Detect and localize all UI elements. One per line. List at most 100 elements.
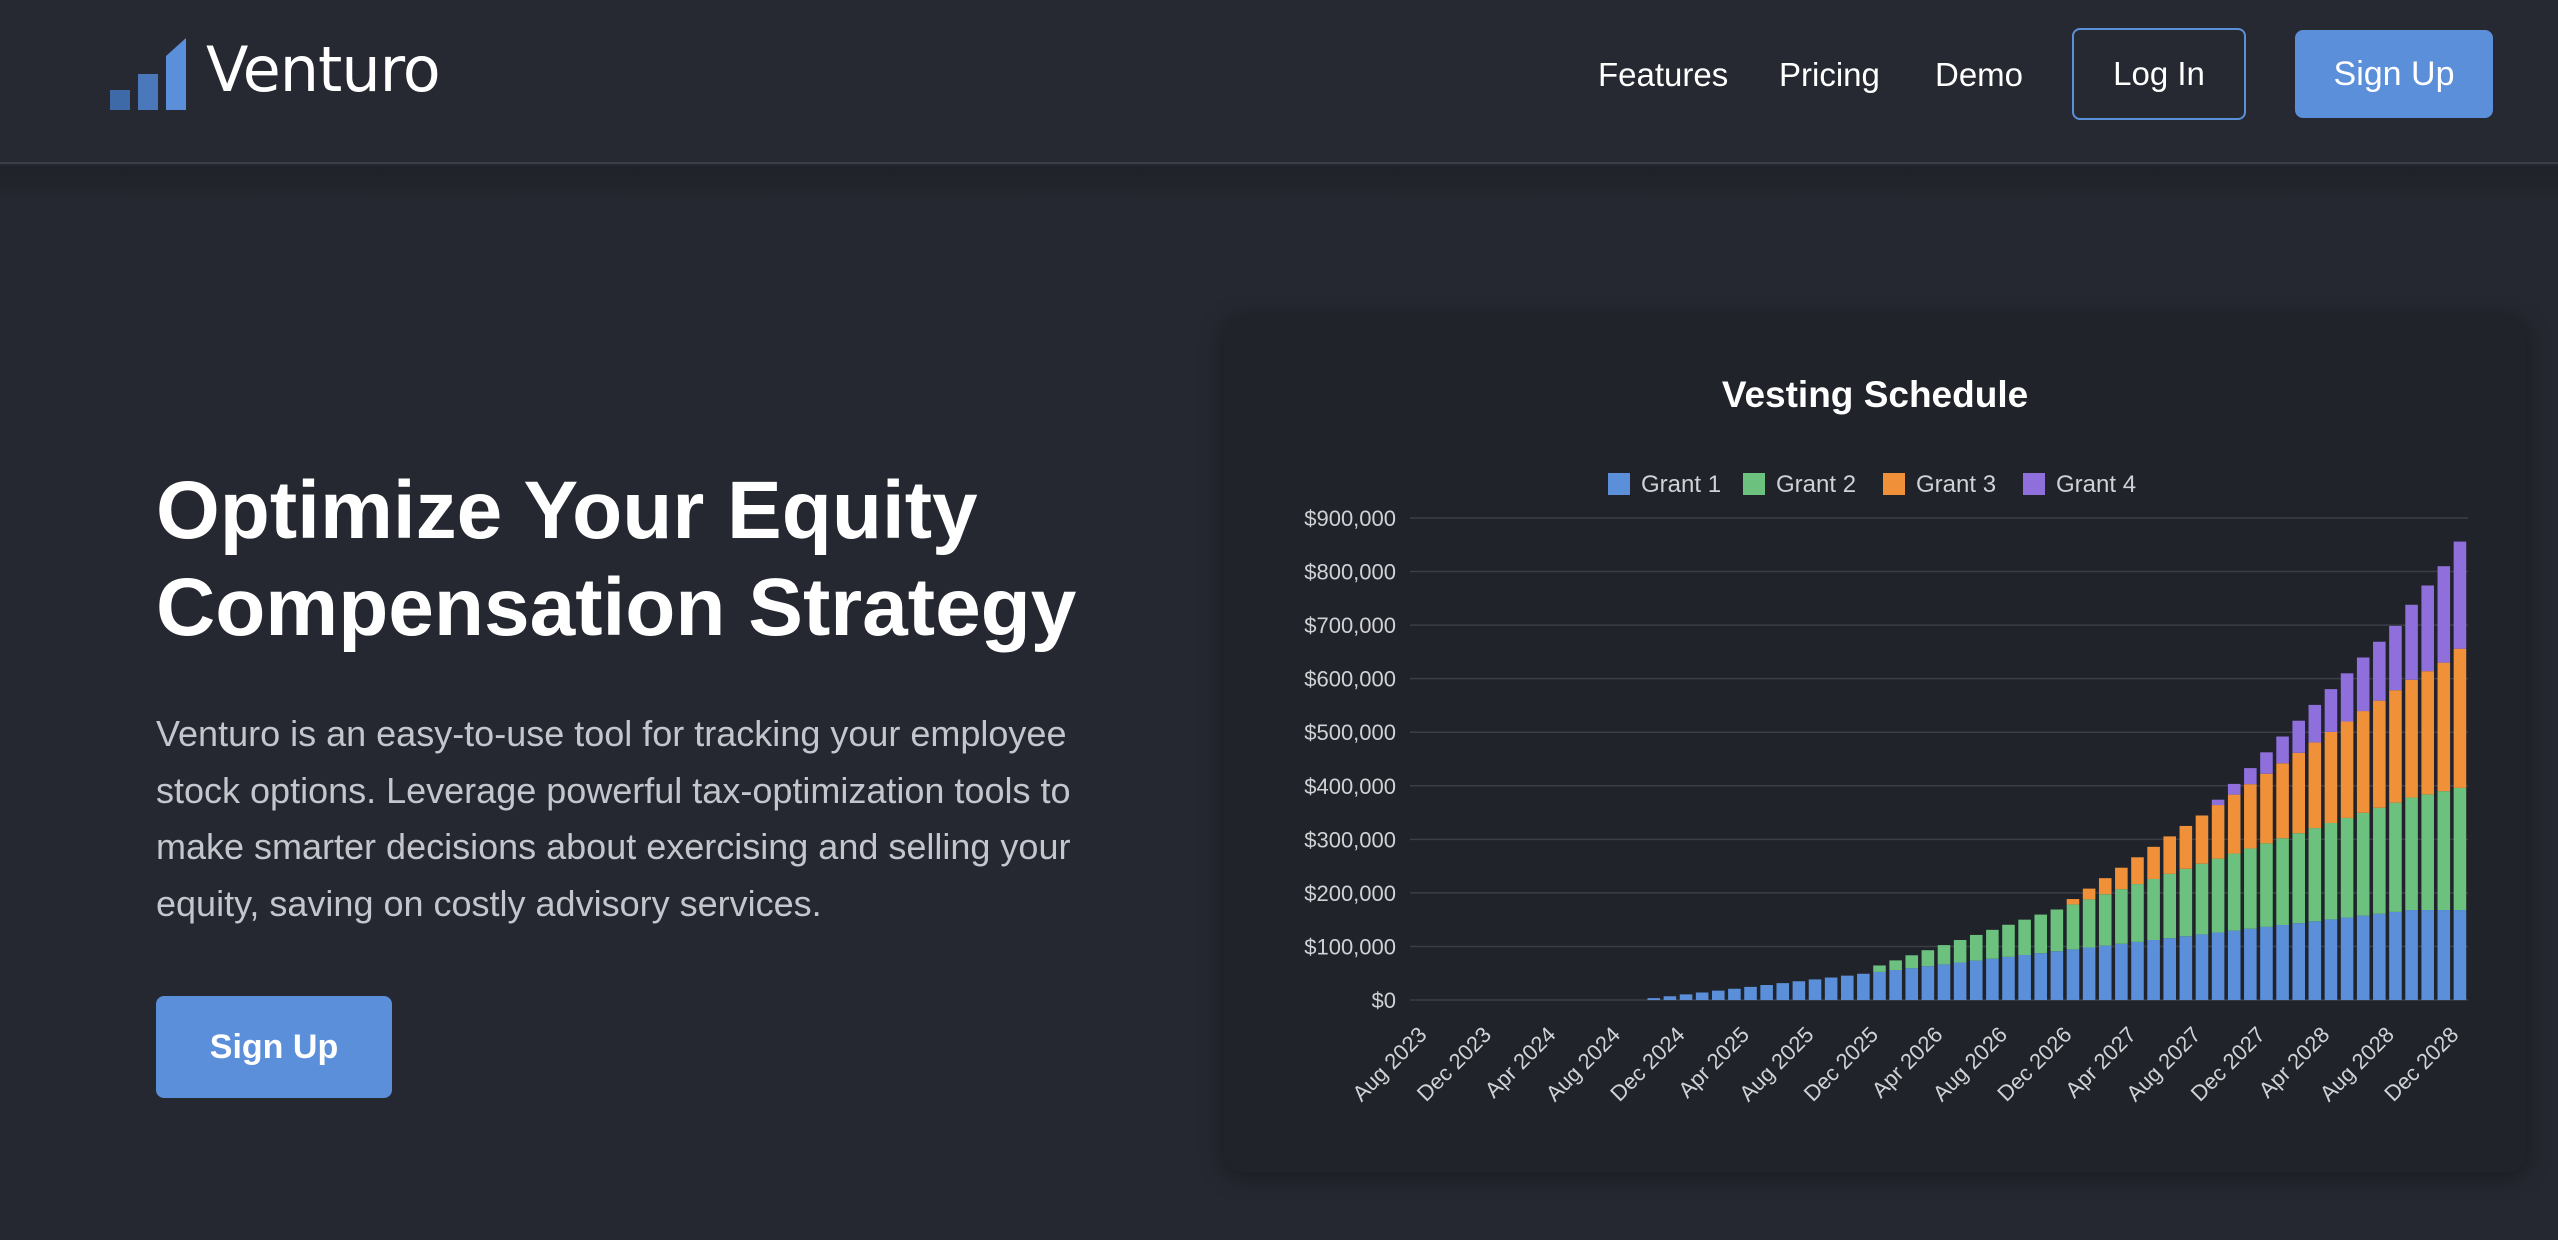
bar-segment-grant-2[interactable]	[2405, 797, 2418, 911]
bar-segment-grant-1[interactable]	[1711, 990, 1725, 1000]
bar-segment-grant-4[interactable]	[2405, 604, 2418, 680]
bar-segment-grant-2[interactable]	[2082, 899, 2096, 948]
bar-segment-grant-1[interactable]	[2147, 940, 2160, 1000]
bar-segment-grant-2[interactable]	[2115, 889, 2128, 944]
bar-segment-grant-2[interactable]	[2373, 807, 2386, 914]
bar-segment-grant-3[interactable]	[2324, 731, 2338, 823]
bar-segment-grant-2[interactable]	[1937, 945, 1951, 965]
bar-segment-grant-3[interactable]	[2308, 742, 2322, 829]
bar-segment-grant-1[interactable]	[2276, 925, 2289, 1000]
nav-link-features[interactable]: Features	[1598, 50, 1728, 100]
bar-segment-grant-3[interactable]	[2115, 867, 2128, 890]
bar-segment-grant-4[interactable]	[2389, 625, 2402, 691]
bar-segment-grant-1[interactable]	[2244, 928, 2257, 1000]
bar-segment-grant-2[interactable]	[2147, 878, 2160, 941]
bar-segment-grant-2[interactable]	[2260, 843, 2273, 927]
bar-segment-grant-3[interactable]	[2195, 815, 2209, 864]
bar-segment-grant-1[interactable]	[1647, 998, 1661, 1000]
bar-segment-grant-1[interactable]	[1937, 964, 1951, 1000]
bar-segment-grant-2[interactable]	[1921, 950, 1935, 967]
bar-segment-grant-4[interactable]	[2356, 657, 2370, 712]
bar-segment-grant-3[interactable]	[2147, 846, 2160, 879]
bar-segment-grant-4[interactable]	[2260, 752, 2273, 774]
bar-segment-grant-1[interactable]	[2437, 910, 2451, 1000]
bar-segment-grant-3[interactable]	[2098, 878, 2112, 895]
bar-segment-grant-1[interactable]	[2179, 936, 2193, 1000]
bar-segment-grant-2[interactable]	[1969, 934, 1983, 961]
bar-segment-grant-2[interactable]	[2018, 919, 2031, 956]
bar-segment-grant-1[interactable]	[2292, 923, 2305, 1000]
bar-segment-grant-3[interactable]	[2227, 794, 2241, 854]
bar-segment-grant-4[interactable]	[2276, 736, 2289, 764]
bar-segment-grant-3[interactable]	[2260, 773, 2273, 844]
bar-segment-grant-1[interactable]	[1969, 960, 1983, 1000]
bar-segment-grant-1[interactable]	[1695, 992, 1709, 1000]
bar-segment-grant-3[interactable]	[2082, 888, 2096, 900]
bar-segment-grant-1[interactable]	[2308, 921, 2322, 1000]
bar-segment-grant-3[interactable]	[2437, 662, 2451, 792]
bar-segment-grant-2[interactable]	[2356, 812, 2370, 916]
bar-segment-grant-3[interactable]	[2163, 836, 2177, 874]
legend-label-3[interactable]: Grant 3	[1916, 471, 1996, 498]
bar-segment-grant-2[interactable]	[1889, 960, 1902, 971]
login-button[interactable]: Log In	[2072, 28, 2246, 120]
bar-segment-grant-3[interactable]	[2244, 784, 2257, 849]
legend-swatch-2[interactable]	[1743, 473, 1765, 495]
bar-segment-grant-3[interactable]	[2066, 899, 2080, 905]
bar-segment-grant-1[interactable]	[1808, 979, 1822, 1000]
bar-segment-grant-1[interactable]	[1953, 962, 1967, 1000]
bar-segment-grant-3[interactable]	[2405, 679, 2418, 798]
bar-segment-grant-2[interactable]	[1986, 929, 1999, 959]
bar-segment-grant-3[interactable]	[2453, 648, 2467, 788]
bar-segment-grant-1[interactable]	[2082, 947, 2096, 1000]
bar-segment-grant-2[interactable]	[2195, 863, 2209, 935]
bar-segment-grant-2[interactable]	[2227, 853, 2241, 931]
bar-segment-grant-1[interactable]	[2018, 955, 2031, 1000]
bar-segment-grant-1[interactable]	[2373, 913, 2386, 1000]
bar-segment-grant-4[interactable]	[2308, 704, 2322, 743]
bar-segment-grant-2[interactable]	[1905, 955, 1919, 969]
bar-segment-grant-4[interactable]	[2244, 768, 2257, 785]
bar-segment-grant-1[interactable]	[2163, 938, 2177, 1000]
bar-segment-grant-2[interactable]	[2163, 873, 2177, 939]
legend-label-2[interactable]: Grant 2	[1776, 471, 1856, 498]
hero-signup-button[interactable]: Sign Up	[156, 996, 392, 1098]
bar-segment-grant-4[interactable]	[2211, 799, 2225, 806]
bar-segment-grant-1[interactable]	[1824, 977, 1838, 1000]
bar-segment-grant-2[interactable]	[2179, 868, 2193, 937]
bar-segment-grant-2[interactable]	[2211, 858, 2225, 933]
bar-segment-grant-1[interactable]	[2002, 956, 2015, 1000]
bar-segment-grant-1[interactable]	[1857, 973, 1870, 1000]
bar-segment-grant-1[interactable]	[2115, 943, 2128, 1000]
bar-segment-grant-1[interactable]	[1728, 988, 1741, 1000]
bar-segment-grant-1[interactable]	[1905, 968, 1919, 1000]
bar-segment-grant-1[interactable]	[2066, 949, 2080, 1000]
bar-segment-grant-1[interactable]	[2421, 910, 2434, 1000]
bar-segment-grant-2[interactable]	[2292, 833, 2305, 924]
bar-segment-grant-4[interactable]	[2227, 783, 2241, 795]
signup-nav-button[interactable]: Sign Up	[2295, 30, 2493, 118]
bar-segment-grant-3[interactable]	[2276, 763, 2289, 839]
bar-segment-grant-2[interactable]	[1873, 965, 1886, 972]
bar-segment-grant-4[interactable]	[2373, 641, 2386, 701]
legend-swatch-3[interactable]	[1883, 473, 1905, 495]
legend-label-4[interactable]: Grant 4	[2056, 471, 2136, 498]
bar-segment-grant-2[interactable]	[2034, 914, 2048, 954]
bar-segment-grant-3[interactable]	[2179, 825, 2193, 869]
bar-segment-grant-4[interactable]	[2292, 720, 2305, 753]
bar-segment-grant-3[interactable]	[2373, 700, 2386, 808]
bar-segment-grant-2[interactable]	[2276, 838, 2289, 926]
bar-segment-grant-1[interactable]	[1663, 996, 1677, 1000]
bar-segment-grant-1[interactable]	[2227, 930, 2241, 1000]
bar-segment-grant-3[interactable]	[2421, 671, 2434, 795]
bar-segment-grant-2[interactable]	[2050, 909, 2064, 952]
bar-segment-grant-2[interactable]	[2308, 828, 2322, 922]
bar-segment-grant-1[interactable]	[2034, 953, 2048, 1000]
nav-link-demo[interactable]: Demo	[1935, 50, 2023, 100]
legend-label-1[interactable]: Grant 1	[1641, 471, 1721, 498]
bar-segment-grant-3[interactable]	[2340, 721, 2354, 818]
bar-segment-grant-3[interactable]	[2211, 805, 2225, 859]
bar-segment-grant-4[interactable]	[2324, 689, 2338, 732]
bar-segment-grant-4[interactable]	[2437, 566, 2451, 663]
bar-segment-grant-4[interactable]	[2340, 673, 2354, 722]
